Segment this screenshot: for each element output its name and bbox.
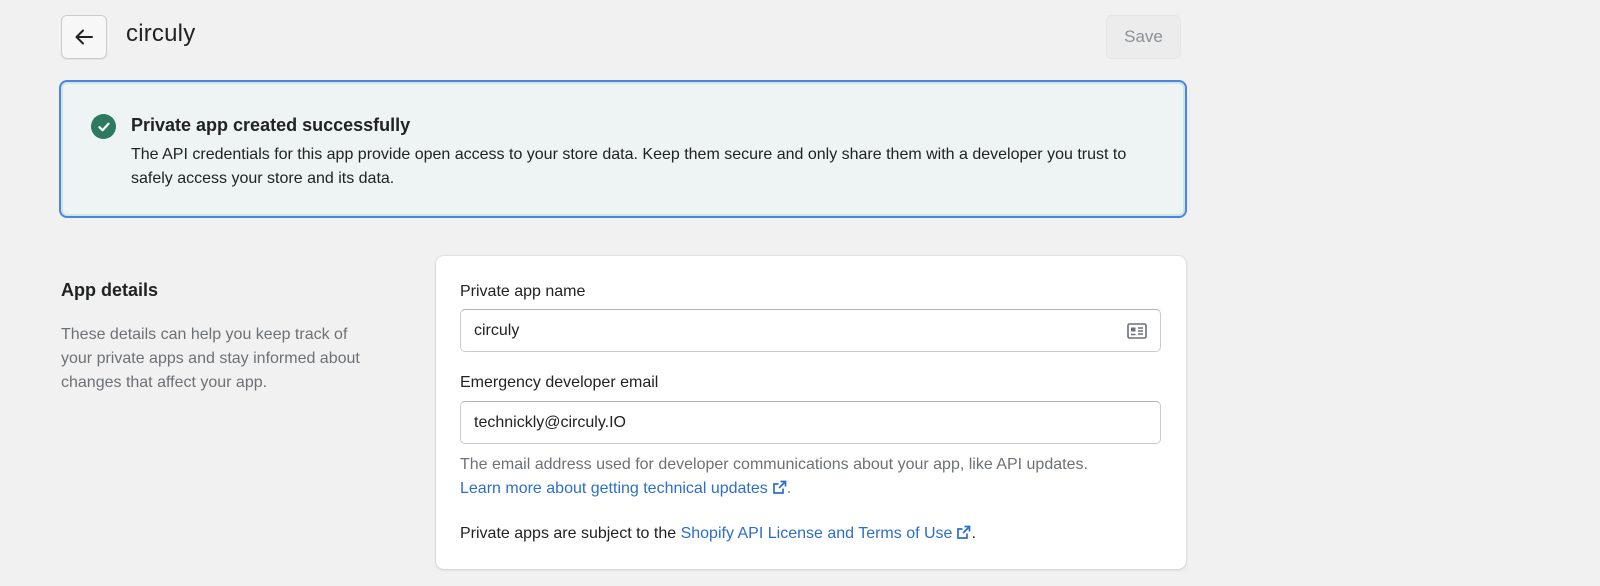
technical-updates-link[interactable]: Learn more about getting technical updat… xyxy=(460,480,787,497)
back-button[interactable] xyxy=(61,15,107,59)
email-help-text: The email address used for developer com… xyxy=(460,453,1170,501)
app-details-card: Private app name circuly Emergency devel… xyxy=(436,256,1186,569)
app-name-input[interactable]: circuly xyxy=(460,309,1161,352)
checkmark-circle-icon xyxy=(91,114,116,139)
section-title: App details xyxy=(61,280,159,300)
banner-title: Private app created successfully xyxy=(131,115,411,135)
terms-link[interactable]: Shopify API License and Terms of Use xyxy=(681,525,972,542)
terms-prefix: Private apps are subject to the xyxy=(460,525,681,542)
terms-text: Private apps are subject to the Shopify … xyxy=(460,525,976,543)
banner-message: The API credentials for this app provide… xyxy=(131,146,1127,187)
external-link-icon xyxy=(772,480,787,494)
app-details-page: circuly Save Private app created success… xyxy=(0,0,1600,586)
arrow-left-icon xyxy=(75,29,93,45)
page-title: circuly xyxy=(126,20,196,47)
app-name-label: Private app name xyxy=(460,283,586,300)
external-link-icon xyxy=(957,525,971,539)
email-input[interactable]: technickly@circuly.IO xyxy=(460,401,1161,444)
app-name-value: circuly xyxy=(474,321,520,339)
help-link-suffix: . xyxy=(786,480,792,497)
section-description: These details can help you keep track of… xyxy=(61,326,360,391)
email-value: technickly@circuly.IO xyxy=(474,413,626,431)
success-banner: Private app created successfully The API… xyxy=(59,80,1187,218)
email-label: Emergency developer email xyxy=(460,374,659,391)
email-help-description: The email address used for developer com… xyxy=(460,456,1088,473)
terms-link-label: Shopify API License and Terms of Use xyxy=(680,525,953,542)
terms-suffix: . xyxy=(971,525,976,542)
save-button[interactable]: Save xyxy=(1106,15,1181,59)
technical-updates-link-label: Learn more about getting technical updat… xyxy=(460,480,768,497)
contact-card-icon[interactable] xyxy=(1127,322,1147,339)
